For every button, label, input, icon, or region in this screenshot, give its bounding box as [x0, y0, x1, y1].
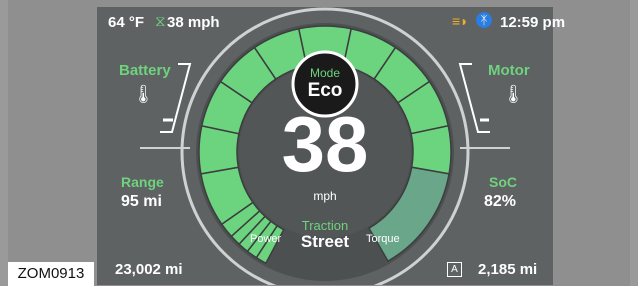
motor-thermometer-icon: 🌡 [502, 84, 525, 104]
range-value: 95 mi [121, 193, 162, 210]
battery-label: Battery [119, 62, 171, 79]
speed-limit-value: 38 mph [167, 14, 220, 31]
mode-label: Mode [309, 66, 341, 80]
clock: 12:59 pm [500, 14, 566, 31]
motor-label: Motor [488, 62, 530, 79]
speed-unit: mph [313, 189, 337, 203]
trip-odometer: 2,185 mi [478, 261, 538, 278]
torque-label: Torque [366, 233, 400, 245]
soc-value: 82% [484, 193, 517, 210]
mode-value: Eco [307, 80, 343, 101]
battery-thermometer-icon: 🌡 [132, 84, 155, 104]
trip-a-badge: A [447, 262, 462, 277]
outside-temperature: 64 °F [108, 14, 145, 31]
soc-label: SoC [489, 174, 517, 190]
odometer: 23,002 mi [115, 261, 183, 278]
traction-label: Traction [301, 218, 349, 233]
range-label: Range [121, 174, 164, 190]
power-label: Power [250, 233, 282, 245]
reference-id-label: ZOM0913 [8, 262, 94, 286]
traction-value: Street [300, 232, 350, 251]
speed-limit-icon: ⧖ [155, 13, 166, 30]
gauge-segment [410, 124, 452, 175]
speed-readout: 38 [281, 100, 369, 188]
adaptive-headlamp-icon: ≡◗ [452, 13, 469, 29]
bluetooth-icon: ᛡ [476, 12, 492, 28]
